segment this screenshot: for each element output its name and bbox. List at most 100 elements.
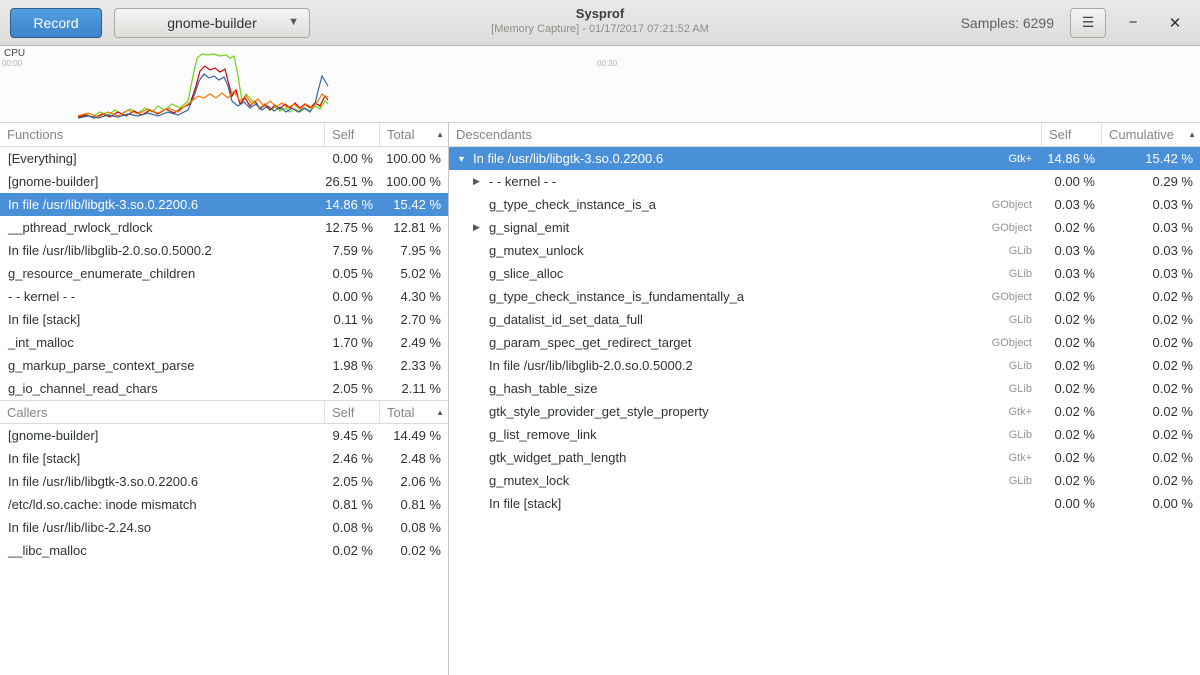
descendant-row[interactable]: g_param_spec_get_redirect_targetGObject0… [449,331,1200,354]
descendants-self-column-header[interactable]: Self [1042,123,1102,146]
descendants-column-header[interactable]: Descendants [449,123,1042,146]
function-row[interactable]: __pthread_rwlock_rdlock12.75 %12.81 % [0,216,448,239]
symbol-name: In file /usr/lib/libgtk-3.so.0.2200.6 [473,151,663,166]
symbol-name: In file /usr/lib/libglib-2.0.so.0.5000.2 [0,243,325,258]
descendant-row[interactable]: g_slice_allocGLib0.03 %0.03 % [449,262,1200,285]
function-row[interactable]: _int_malloc1.70 %2.49 % [0,331,448,354]
self-percent: 0.03 % [1042,197,1102,212]
self-percent: 0.08 % [325,520,380,535]
functions-column-header[interactable]: Functions [0,123,325,146]
descendant-row[interactable]: In file [stack]0.00 %0.00 % [449,492,1200,515]
descendant-name-cell: g_list_remove_linkGLib [449,427,1042,442]
library-tag: GLib [1009,314,1042,326]
descendant-name-cell: In file /usr/lib/libglib-2.0.so.0.5000.2… [449,358,1042,373]
callers-total-header-label: Total [387,405,414,420]
callers-total-column-header[interactable]: Total ▲ [380,401,448,423]
self-percent: 2.05 % [325,381,380,396]
menu-button[interactable]: ☰ [1070,8,1106,38]
descendants-cumulative-column-header[interactable]: Cumulative ▲ [1102,123,1200,146]
total-percent: 2.33 % [380,358,448,373]
cpu-graph-panel[interactable]: CPU 00:00 00:30 [0,46,1200,123]
self-percent: 14.86 % [1042,151,1102,166]
descendant-row[interactable]: g_mutex_lockGLib0.02 %0.02 % [449,469,1200,492]
descendant-row[interactable]: gtk_widget_path_lengthGtk+0.02 %0.02 % [449,446,1200,469]
descendant-name-cell: ▶- - kernel - - [449,174,1042,189]
functions-total-column-header[interactable]: Total ▲ [380,123,448,146]
function-row[interactable]: In file [stack]0.11 %2.70 % [0,308,448,331]
symbol-name: In file /usr/lib/libc-2.24.so [0,520,325,535]
function-row[interactable]: In file /usr/lib/libgtk-3.so.0.2200.614.… [0,193,448,216]
self-percent: 1.98 % [325,358,380,373]
library-tag: GLib [1009,383,1042,395]
descendant-name-cell: g_type_check_instance_is_aGObject [449,197,1042,212]
library-tag: Gtk+ [1008,406,1042,418]
symbol-name: g_signal_emit [489,220,569,235]
symbol-name: __pthread_rwlock_rdlock [0,220,325,235]
total-percent: 7.95 % [380,243,448,258]
descendant-row[interactable]: g_type_check_instance_is_fundamentally_a… [449,285,1200,308]
functions-total-header-label: Total [387,127,414,142]
close-button[interactable]: ✕ [1160,8,1190,38]
cpu-graph-label: CPU [4,48,25,59]
cumulative-percent: 0.03 % [1102,197,1200,212]
function-row[interactable]: g_markup_parse_context_parse1.98 %2.33 % [0,354,448,377]
descendant-row[interactable]: In file /usr/lib/libglib-2.0.so.0.5000.2… [449,354,1200,377]
callers-column-header[interactable]: Callers [0,401,325,423]
symbol-name: [gnome-builder] [0,428,325,443]
function-row[interactable]: g_io_channel_read_chars2.05 %2.11 % [0,377,448,400]
target-process-dropdown[interactable]: gnome-builder ▼ [114,8,310,38]
function-row[interactable]: In file /usr/lib/libglib-2.0.so.0.5000.2… [0,239,448,262]
descendant-row[interactable]: ▶g_signal_emitGObject0.02 %0.03 % [449,216,1200,239]
caller-row[interactable]: In file /usr/lib/libgtk-3.so.0.2200.62.0… [0,470,448,493]
caller-row[interactable]: In file [stack]2.46 %2.48 % [0,447,448,470]
descendant-row[interactable]: g_hash_table_sizeGLib0.02 %0.02 % [449,377,1200,400]
caller-row[interactable]: [gnome-builder]9.45 %14.49 % [0,424,448,447]
total-percent: 2.06 % [380,474,448,489]
cumulative-percent: 0.02 % [1102,312,1200,327]
functions-self-column-header[interactable]: Self [325,123,380,146]
descendant-row[interactable]: g_mutex_unlockGLib0.03 %0.03 % [449,239,1200,262]
descendant-row[interactable]: ▼In file /usr/lib/libgtk-3.so.0.2200.6Gt… [449,147,1200,170]
callers-table-header: Callers Self Total ▲ [0,400,448,424]
record-button[interactable]: Record [10,8,102,38]
descendant-name-cell: g_mutex_lockGLib [449,473,1042,488]
library-tag: GLib [1009,268,1042,280]
library-tag: GObject [992,222,1042,234]
function-row[interactable]: [Everything]0.00 %100.00 % [0,147,448,170]
descendant-row[interactable]: g_datalist_id_set_data_fullGLib0.02 %0.0… [449,308,1200,331]
self-percent: 2.46 % [325,451,380,466]
cumulative-percent: 0.00 % [1102,496,1200,511]
symbol-name: [Everything] [0,151,325,166]
cumulative-percent: 0.02 % [1102,404,1200,419]
library-tag: GObject [992,337,1042,349]
function-row[interactable]: [gnome-builder]26.51 %100.00 % [0,170,448,193]
callers-self-header-label: Self [332,405,354,420]
descendant-name-cell: g_datalist_id_set_data_fullGLib [449,312,1042,327]
self-percent: 0.05 % [325,266,380,281]
sort-indicator-icon: ▲ [436,408,444,417]
function-row[interactable]: - - kernel - -0.00 %4.30 % [0,285,448,308]
function-row[interactable]: g_resource_enumerate_children0.05 %5.02 … [0,262,448,285]
self-percent: 1.70 % [325,335,380,350]
self-percent: 0.00 % [325,151,380,166]
expander-icon[interactable]: ▼ [457,154,473,164]
descendant-row[interactable]: g_type_check_instance_is_aGObject0.03 %0… [449,193,1200,216]
self-percent: 0.02 % [1042,358,1102,373]
window-title: Sysprof [491,6,709,21]
descendant-row[interactable]: gtk_style_provider_get_style_propertyGtk… [449,400,1200,423]
caller-row[interactable]: __libc_malloc0.02 %0.02 % [0,539,448,562]
cpu-graph-svg [0,46,1200,123]
descendant-row[interactable]: ▶- - kernel - -0.00 %0.29 % [449,170,1200,193]
descendants-table-header: Descendants Self Cumulative ▲ [449,123,1200,147]
total-percent: 2.70 % [380,312,448,327]
cumulative-percent: 0.02 % [1102,335,1200,350]
expander-icon[interactable]: ▶ [473,176,489,187]
descendant-row[interactable]: g_list_remove_linkGLib0.02 %0.02 % [449,423,1200,446]
minimize-button[interactable]: − [1118,8,1148,38]
cumulative-percent: 0.29 % [1102,174,1200,189]
callers-self-column-header[interactable]: Self [325,401,380,423]
caller-row[interactable]: /etc/ld.so.cache: inode mismatch0.81 %0.… [0,493,448,516]
caller-row[interactable]: In file /usr/lib/libc-2.24.so0.08 %0.08 … [0,516,448,539]
expander-icon[interactable]: ▶ [473,222,489,233]
descendants-cumulative-header-label: Cumulative [1109,127,1174,142]
